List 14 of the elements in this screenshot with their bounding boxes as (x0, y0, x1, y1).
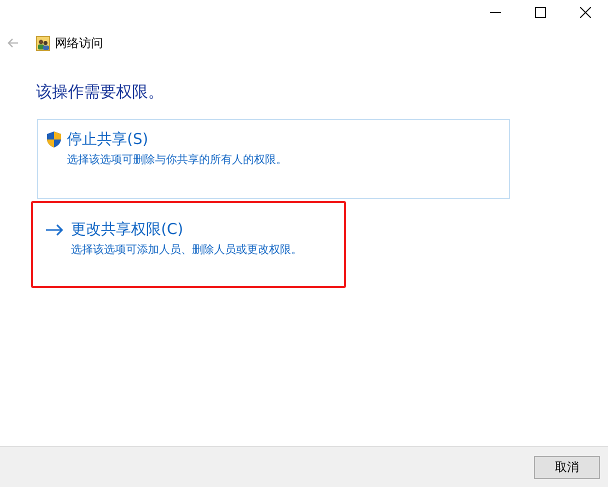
option-title: 停止共享(S) (67, 130, 148, 149)
option-description: 选择该选项可添加人员、删除人员或更改权限。 (71, 242, 303, 257)
option-link[interactable]: 更改共享权限(C) 选择该选项可添加人员、删除人员或更改权限。 (31, 201, 346, 288)
arrow-icon (46, 224, 64, 236)
people-icon (36, 36, 50, 50)
close-icon[interactable] (580, 6, 591, 18)
option-description: 选择该选项可删除与你共享的所有人的权限。 (67, 152, 288, 167)
maximize-icon[interactable] (535, 6, 546, 18)
instruction-heading: 该操作需要权限。 (36, 82, 165, 103)
window-title: 网络访问 (55, 34, 103, 52)
cancel-button[interactable]: 取消 (534, 456, 600, 478)
option-title: 更改共享权限(C) (71, 220, 184, 239)
option-link[interactable]: 停止共享(S) 选择该选项可删除与你共享的所有人的权限。 (37, 119, 510, 199)
shield-icon (46, 131, 62, 148)
